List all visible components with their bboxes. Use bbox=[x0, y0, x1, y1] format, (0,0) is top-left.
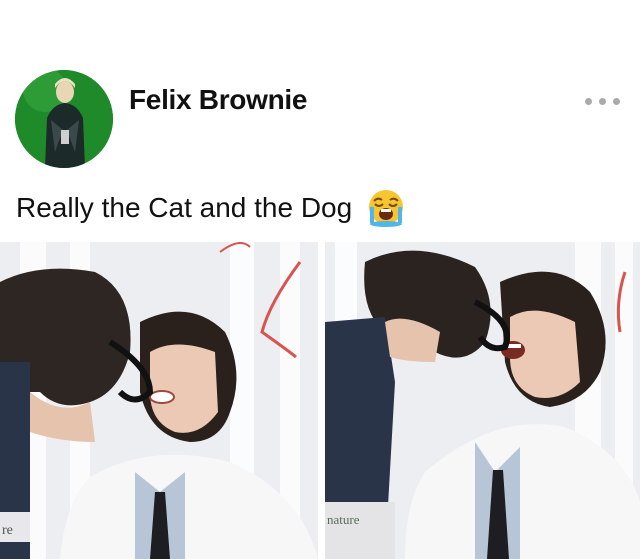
left-sign-text: re bbox=[2, 523, 13, 538]
author-name[interactable]: Felix Brownie bbox=[129, 84, 307, 116]
avatar-image bbox=[15, 70, 113, 168]
post-card: Felix Brownie Really the Cat and the Dog bbox=[0, 0, 640, 559]
photo-right-image: nature bbox=[325, 242, 640, 559]
more-options-icon[interactable] bbox=[583, 92, 623, 110]
right-sign-text: nature bbox=[327, 512, 360, 527]
author-avatar[interactable] bbox=[15, 70, 113, 168]
post-photo-right[interactable]: nature bbox=[325, 242, 640, 559]
post-caption: Really the Cat and the Dog bbox=[16, 189, 406, 227]
loudly-crying-face-icon bbox=[369, 189, 403, 227]
post-photo-left[interactable]: re bbox=[0, 242, 318, 559]
caption-text: Really the Cat and the Dog bbox=[16, 192, 353, 223]
photo-left-image: re bbox=[0, 242, 318, 559]
